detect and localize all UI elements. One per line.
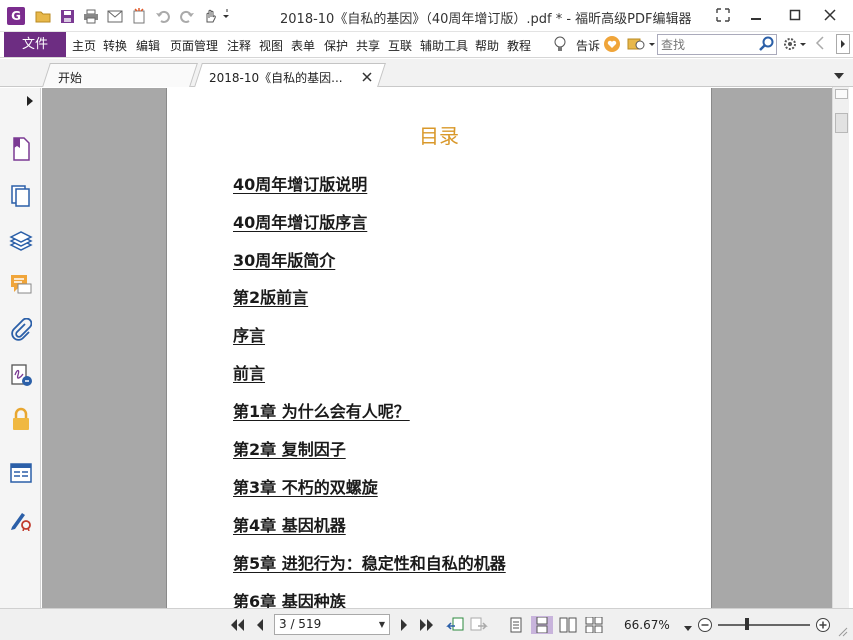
menu-form[interactable]: 表单 (291, 37, 315, 54)
close-button[interactable] (817, 4, 843, 26)
continuous-view-icon[interactable] (531, 616, 553, 634)
menu-connect[interactable]: 互联 (388, 37, 412, 54)
toc-entry[interactable]: 30周年版简介 (233, 247, 335, 271)
security-icon[interactable] (8, 406, 34, 432)
lightbulb-icon[interactable] (553, 35, 567, 56)
search-icon[interactable] (758, 36, 774, 55)
toc-entry[interactable]: 第1章 为什么会有人呢？ (233, 398, 410, 422)
ribbon-scroll-right-icon[interactable] (836, 34, 850, 57)
file-menu-button[interactable]: 文件 (4, 32, 66, 57)
vertical-scrollbar[interactable] (832, 87, 849, 608)
menu-page-management[interactable]: 页面管理 (170, 37, 218, 54)
zoom-dropdown-icon[interactable] (684, 621, 692, 635)
foxit-logo-icon[interactable]: G (7, 7, 25, 25)
menu-help[interactable]: 帮助 (475, 37, 499, 54)
next-page-icon[interactable] (395, 616, 413, 634)
redo-icon[interactable] (177, 6, 197, 26)
toc-entry[interactable]: 第6章 基因种族 (233, 588, 346, 608)
tab-list-dropdown-icon[interactable] (834, 69, 844, 83)
zoom-out-icon[interactable] (696, 616, 714, 634)
toc-entry[interactable]: 前言 (233, 360, 265, 384)
find-options-icon[interactable] (627, 35, 655, 56)
search-input-box[interactable] (657, 34, 777, 55)
page-indicator: 3 / 519 (279, 617, 322, 631)
menu-comment[interactable]: 注释 (227, 37, 251, 54)
feedback-heart-icon[interactable] (603, 35, 621, 56)
menu-accessibility[interactable]: 辅助工具 (420, 37, 468, 54)
previous-view-icon[interactable] (446, 616, 464, 634)
document-workspace[interactable]: 目录 40周年增订版说明 40周年增订版序言 30周年版简介 第2版前言 序言 … (42, 88, 832, 608)
toc-entry[interactable]: 序言 (233, 322, 265, 346)
document-tab-bar: 开始 2018-10《自私的基因... (0, 59, 853, 87)
restore-layout-icon[interactable] (710, 4, 736, 26)
maximize-button[interactable] (782, 4, 808, 26)
toc-entry[interactable]: 40周年增订版说明 (233, 171, 367, 195)
facing-view-icon[interactable] (559, 616, 577, 634)
continuous-facing-view-icon[interactable] (585, 616, 603, 634)
tab-close-icon[interactable] (362, 71, 372, 85)
pages-icon[interactable] (8, 183, 34, 209)
search-input[interactable] (658, 35, 754, 54)
status-bar: 3 / 519 ▼ 66.67% (0, 608, 853, 640)
navigation-panel (0, 88, 41, 608)
attachments-icon[interactable] (8, 317, 34, 343)
toc-entry[interactable]: 40周年增订版序言 (233, 209, 367, 233)
menu-edit[interactable]: 编辑 (136, 37, 160, 54)
last-page-icon[interactable] (418, 616, 436, 634)
toc-entry[interactable]: 第2章 复制因子 (233, 436, 346, 460)
menu-protect[interactable]: 保护 (324, 37, 348, 54)
ribbon-menu-bar: 文件 主页 转换 编辑 页面管理 注释 视图 表单 保护 共享 互联 辅助工具 … (0, 32, 853, 58)
tell-me-label[interactable]: 告诉 (576, 37, 600, 54)
save-icon[interactable] (57, 6, 77, 26)
menu-home[interactable]: 主页 (72, 37, 96, 54)
bookmark-icon[interactable] (8, 136, 34, 162)
print-icon[interactable] (81, 6, 101, 26)
toc-entry[interactable]: 第5章 进犯行为：稳定性和自私的机器 (233, 550, 506, 574)
scroll-up-button[interactable] (835, 89, 848, 99)
email-icon[interactable] (105, 6, 125, 26)
toc-entry[interactable]: 第3章 不朽的双螺旋 (233, 474, 378, 498)
zoom-level[interactable]: 66.67% (624, 618, 670, 632)
single-page-view-icon[interactable] (507, 616, 525, 634)
tab-start-label: 开始 (58, 71, 83, 85)
ribbon-scroll-left-icon[interactable] (815, 36, 825, 53)
hand-tool-icon[interactable] (202, 6, 232, 26)
zoom-in-icon[interactable] (814, 616, 832, 634)
menu-tutorial[interactable]: 教程 (507, 37, 531, 54)
previous-page-icon[interactable] (251, 616, 269, 634)
toc-entry[interactable]: 第4章 基因机器 (233, 512, 346, 536)
scrollbar-thumb[interactable] (835, 113, 848, 133)
pdf-page: 目录 40周年增订版说明 40周年增订版序言 30周年版简介 第2版前言 序言 … (166, 88, 712, 608)
toc-heading: 目录 (419, 124, 459, 148)
window-title: 2018-10《自私的基因》（40周年增订版）.pdf * - 福昕高级PDF编… (280, 12, 692, 27)
new-icon[interactable] (129, 6, 149, 26)
comments-icon[interactable] (8, 272, 34, 298)
layers-icon[interactable] (8, 228, 34, 254)
zoom-slider-track[interactable] (718, 624, 810, 626)
sign-tool-icon[interactable] (8, 506, 34, 532)
form-fields-icon[interactable] (8, 460, 34, 486)
toc-entry[interactable]: 第2版前言 (233, 284, 308, 308)
minimize-button[interactable] (743, 4, 769, 26)
menu-share[interactable]: 共享 (356, 37, 380, 54)
first-page-icon[interactable] (228, 616, 246, 634)
title-bar: G 2018-10《自私的基因》（40周年增订版）.pdf * - 福昕高级PD… (0, 0, 853, 32)
zoom-slider-thumb[interactable] (745, 618, 749, 630)
expand-panel-icon[interactable] (26, 95, 34, 109)
menu-view[interactable]: 视图 (259, 37, 283, 54)
menu-convert[interactable]: 转换 (103, 37, 127, 54)
open-folder-icon[interactable] (33, 6, 53, 26)
settings-gear-icon[interactable] (782, 35, 808, 56)
undo-icon[interactable] (153, 6, 173, 26)
resize-grip-icon[interactable] (836, 625, 848, 640)
signature-icon[interactable] (8, 362, 34, 388)
next-view-icon[interactable] (470, 616, 488, 634)
tab-document-label: 2018-10《自私的基因... (209, 71, 343, 85)
page-number-select[interactable]: 3 / 519 ▼ (274, 614, 390, 635)
chevron-down-icon: ▼ (378, 620, 385, 629)
